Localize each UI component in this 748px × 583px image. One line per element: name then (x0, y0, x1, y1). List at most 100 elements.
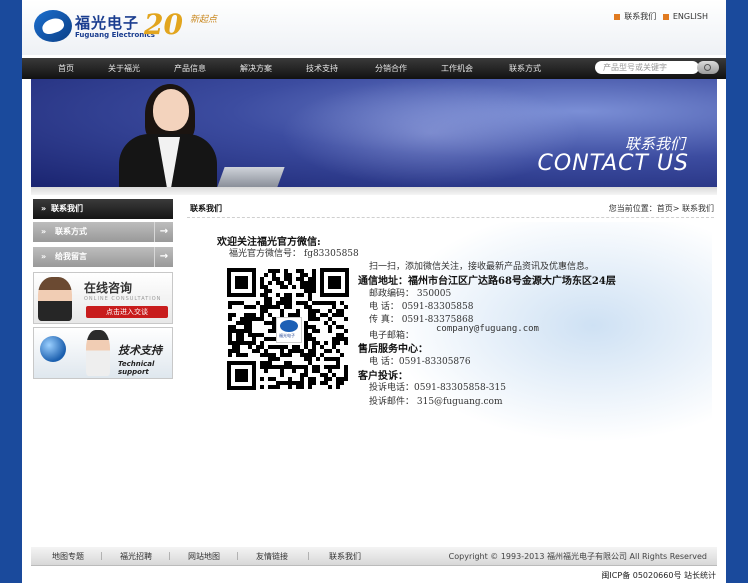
icp-record[interactable]: 闽ICP备 05020660号 站长统计 (601, 570, 716, 581)
toplink-contact[interactable]: 联系我们 (624, 12, 656, 21)
qr-module (292, 369, 296, 373)
footer-link-jobs[interactable]: 福光招聘 (120, 551, 152, 562)
logo-text[interactable]: 福光电子 (75, 12, 139, 33)
consult-subtitle: ONLINE CONSULTATION (84, 296, 162, 302)
search-icon[interactable] (697, 61, 719, 74)
qr-module (264, 273, 268, 277)
footer-link-friends[interactable]: 友情链接 (256, 551, 288, 562)
qr-module (344, 317, 348, 321)
qr-module (328, 377, 332, 381)
nav-item-products[interactable]: 产品信息 (174, 63, 206, 74)
logo-icon[interactable] (34, 10, 72, 42)
qr-module (316, 329, 320, 333)
banner-laptop (217, 167, 285, 187)
nav-item-about[interactable]: 关于福光 (108, 63, 140, 74)
qr-module (280, 373, 284, 377)
footer-separator: | (236, 551, 239, 560)
qr-module (284, 285, 288, 289)
qr-module (316, 357, 320, 361)
arrow-right-icon: → (154, 247, 173, 267)
world-map-background (372, 222, 712, 452)
bullet-icon (662, 13, 669, 20)
qr-module (228, 317, 232, 321)
footer-separator: | (168, 551, 171, 560)
nav-item-home[interactable]: 首页 (58, 63, 74, 74)
support-person-photo (86, 330, 110, 376)
qr-logo-mark (280, 320, 298, 332)
breadcrumb: 您当前位置：首页> 联系我们 (608, 204, 714, 213)
complaint-email[interactable]: 投诉邮件： 315@fuguang.com (369, 394, 503, 407)
qr-module (336, 385, 340, 389)
qr-module (276, 385, 280, 389)
footer-separator: | (100, 551, 103, 560)
page-title: 联系我们 (190, 204, 222, 213)
chevron-right-icon: » (41, 227, 47, 236)
qr-module (328, 349, 332, 353)
consult-title: 在线咨询 (84, 281, 133, 295)
sidebar-item-message[interactable]: » 给我留言 → (33, 247, 173, 267)
search-input[interactable]: 产品型号或关键字 (595, 61, 699, 74)
qr-module (260, 377, 264, 381)
footer-link-contact[interactable]: 联系我们 (329, 551, 361, 562)
qr-finder (320, 268, 349, 297)
qr-module (288, 353, 292, 357)
footer: 地图专题 | 福光招聘 | 网站地图 | 友情链接 | 联系我们 Copyrig… (31, 547, 717, 566)
qr-module (276, 269, 280, 273)
qr-module (344, 341, 348, 345)
online-consult-banner[interactable]: 在线咨询 ONLINE CONSULTATION 点击进入交谈 (33, 272, 173, 324)
qr-module (252, 305, 256, 309)
qr-module (312, 381, 316, 385)
wechat-qr-code: 福光电子 (227, 268, 349, 390)
qr-module (268, 281, 272, 285)
qr-module (340, 381, 344, 385)
footer-link-sitemap[interactable]: 网站地图 (188, 551, 220, 562)
qr-module (328, 385, 332, 389)
logo-subtext: Fuguang Electronics (75, 31, 155, 39)
nav-item-jobs[interactable]: 工作机会 (441, 63, 473, 74)
qr-module (228, 305, 232, 309)
email-link[interactable]: company@fuguang.com (436, 324, 539, 334)
toplink-english[interactable]: ENGLISH (673, 12, 708, 21)
qr-finder (227, 361, 256, 390)
qr-logo-text: 福光电子 (279, 333, 295, 338)
qr-module (316, 317, 320, 321)
sidebar-item-label: 给我留言 (55, 252, 87, 261)
nav-item-support[interactable]: 技术支持 (306, 63, 338, 74)
qr-module (260, 385, 264, 389)
qr-module (268, 289, 272, 293)
banner: 联系我们 CONTACT US (31, 79, 717, 187)
qr-finder (227, 268, 256, 297)
qr-module (300, 385, 304, 389)
nav-item-contact[interactable]: 联系方式 (509, 63, 541, 74)
chevron-right-icon: » (41, 252, 47, 261)
tech-support-banner[interactable]: 技术支持 Technical support (33, 327, 173, 379)
phone: 电 话： 0591-83305858 (369, 302, 474, 312)
qr-logo-icon: 福光电子 (276, 317, 302, 343)
start-chat-button[interactable]: 点击进入交谈 (86, 306, 168, 318)
banner-person-face (153, 89, 189, 131)
anniversary-slogan: 新起点 (190, 15, 218, 25)
qr-module (324, 341, 328, 345)
arrow-right-icon: → (154, 222, 173, 242)
qr-module (292, 285, 296, 289)
nav-item-distribution[interactable]: 分销合作 (375, 63, 407, 74)
bullet-icon (614, 13, 621, 20)
banner-divider (31, 187, 717, 195)
top-links: 联系我们 ENGLISH (614, 11, 710, 22)
banner-map-glow (281, 79, 581, 187)
qr-module (276, 357, 280, 361)
qr-module (288, 305, 292, 309)
qr-module (244, 353, 248, 357)
banner-title-en: CONTACT US (537, 151, 689, 176)
tech-support-subtitle: Technical support (118, 360, 155, 376)
qr-module (344, 305, 348, 309)
nav-item-solutions[interactable]: 解决方案 (240, 63, 272, 74)
sidebar-item-label: 联系方式 (55, 227, 87, 236)
qr-module (340, 353, 344, 357)
qr-module (344, 329, 348, 333)
globe-icon (40, 336, 66, 362)
tech-support-title: 技术支持 (118, 344, 162, 357)
sidebar-item-contact-info[interactable]: » 联系方式 → (33, 222, 173, 242)
copyright: Copyright © 1993-2013 福州福光电子有限公司 All Rig… (448, 552, 707, 561)
footer-link-map[interactable]: 地图专题 (52, 551, 84, 562)
